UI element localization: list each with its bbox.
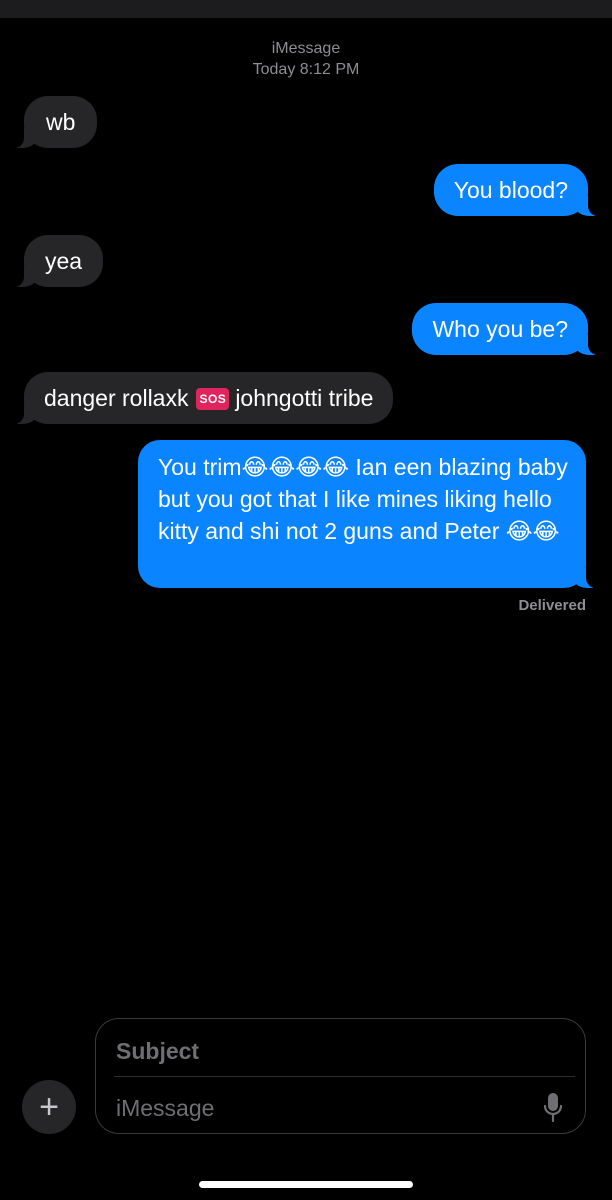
composer-divider xyxy=(114,1076,575,1077)
message-text: You trim😂😂😂😂 Ian een blazing baby but yo… xyxy=(158,454,568,544)
message-bubble-outgoing[interactable]: You blood? xyxy=(433,164,599,216)
message-bubble-outgoing[interactable]: You trim😂😂😂😂 Ian een blazing baby but yo… xyxy=(138,440,596,588)
timestamp-day: Today xyxy=(252,61,296,78)
service-label: iMessage xyxy=(271,40,341,57)
message-text: You blood? xyxy=(453,177,568,203)
message-input[interactable] xyxy=(114,1089,528,1127)
conversation-header: iMessage Today 8:12 PM xyxy=(0,38,612,80)
message-text: yea xyxy=(45,248,83,274)
message-bubble-incoming[interactable]: wb xyxy=(13,96,98,148)
message-composer xyxy=(95,1018,586,1134)
home-indicator[interactable] xyxy=(199,1181,413,1188)
message-text: Who you be? xyxy=(432,316,568,342)
message-text-part: danger rollaxk xyxy=(44,385,189,411)
sos-emoji-icon: SOS xyxy=(196,388,230,410)
message-text-part: johngotti tribe xyxy=(235,385,374,411)
timestamp-time: 8:12 PM xyxy=(299,61,360,78)
message-text: wb xyxy=(46,109,76,135)
timestamp: Today 8:12 PM xyxy=(0,59,612,80)
plus-icon: + xyxy=(39,1088,59,1126)
delivery-status: Delivered xyxy=(518,597,586,614)
status-bar-strip xyxy=(0,0,612,18)
message-bubble-outgoing[interactable]: Who you be? xyxy=(412,303,598,355)
subject-input[interactable] xyxy=(114,1032,568,1070)
message-bubble-incoming[interactable]: yea xyxy=(13,235,104,287)
microphone-icon[interactable] xyxy=(543,1092,563,1124)
add-attachment-button[interactable]: + xyxy=(22,1080,76,1134)
message-bubble-incoming[interactable]: danger rollaxk SOS johngotti tribe xyxy=(13,372,394,424)
